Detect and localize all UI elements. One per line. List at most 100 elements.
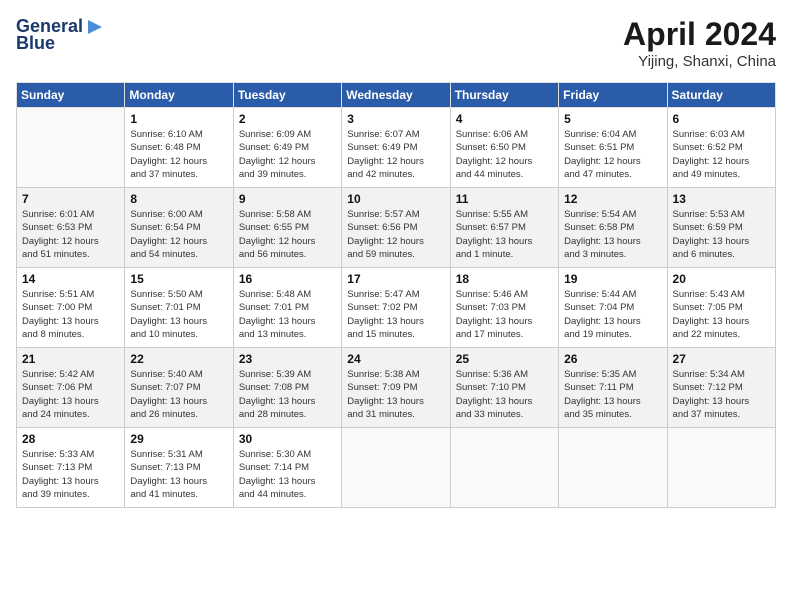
calendar-cell: 29 Sunrise: 5:31 AMSunset: 7:13 PMDayligh… (125, 428, 233, 508)
day-number: 7 (22, 192, 119, 206)
location-subtitle: Yijing, Shanxi, China (623, 53, 776, 70)
day-info: Sunrise: 6:10 AMSunset: 6:48 PMDaylight:… (130, 128, 227, 181)
day-info: Sunrise: 5:47 AMSunset: 7:02 PMDaylight:… (347, 288, 444, 341)
day-number: 10 (347, 192, 444, 206)
calendar-week-row: 14 Sunrise: 5:51 AMSunset: 7:00 PMDayligh… (17, 268, 776, 348)
day-number: 13 (673, 192, 770, 206)
day-info: Sunrise: 6:07 AMSunset: 6:49 PMDaylight:… (347, 128, 444, 181)
calendar-week-row: 1 Sunrise: 6:10 AMSunset: 6:48 PMDaylight… (17, 108, 776, 188)
calendar-cell: 20 Sunrise: 5:43 AMSunset: 7:05 PMDayligh… (667, 268, 775, 348)
day-number: 26 (564, 352, 661, 366)
calendar-cell: 18 Sunrise: 5:46 AMSunset: 7:03 PMDayligh… (450, 268, 558, 348)
day-number: 19 (564, 272, 661, 286)
day-info: Sunrise: 6:00 AMSunset: 6:54 PMDaylight:… (130, 208, 227, 261)
day-info: Sunrise: 5:51 AMSunset: 7:00 PMDaylight:… (22, 288, 119, 341)
day-info: Sunrise: 6:09 AMSunset: 6:49 PMDaylight:… (239, 128, 336, 181)
calendar-cell: 2 Sunrise: 6:09 AMSunset: 6:49 PMDaylight… (233, 108, 341, 188)
calendar-table: SundayMondayTuesdayWednesdayThursdayFrid… (16, 82, 776, 508)
day-info: Sunrise: 5:35 AMSunset: 7:11 PMDaylight:… (564, 368, 661, 421)
day-number: 8 (130, 192, 227, 206)
day-info: Sunrise: 5:43 AMSunset: 7:05 PMDaylight:… (673, 288, 770, 341)
calendar-cell: 12Sunrise: 5:54 AMSunset: 6:58 PMDayligh… (559, 188, 667, 268)
day-number: 11 (456, 192, 553, 206)
calendar-cell: 24 Sunrise: 5:38 AMSunset: 7:09 PMDayligh… (342, 348, 450, 428)
weekday-header-tuesday: Tuesday (233, 83, 341, 108)
day-info: Sunrise: 6:04 AMSunset: 6:51 PMDaylight:… (564, 128, 661, 181)
day-info: Sunrise: 5:40 AMSunset: 7:07 PMDaylight:… (130, 368, 227, 421)
day-info: Sunrise: 5:55 AMSunset: 6:57 PMDaylight:… (456, 208, 553, 261)
day-number: 23 (239, 352, 336, 366)
calendar-cell: 3 Sunrise: 6:07 AMSunset: 6:49 PMDaylight… (342, 108, 450, 188)
day-number: 29 (130, 432, 227, 446)
calendar-week-row: 21 Sunrise: 5:42 AMSunset: 7:06 PMDayligh… (17, 348, 776, 428)
calendar-cell: 27Sunrise: 5:34 AMSunset: 7:12 PMDayligh… (667, 348, 775, 428)
day-info: Sunrise: 5:53 AMSunset: 6:59 PMDaylight:… (673, 208, 770, 261)
day-info: Sunrise: 6:03 AMSunset: 6:52 PMDaylight:… (673, 128, 770, 181)
calendar-week-row: 7 Sunrise: 6:01 AMSunset: 6:53 PMDaylight… (17, 188, 776, 268)
day-info: Sunrise: 5:33 AMSunset: 7:13 PMDaylight:… (22, 448, 119, 501)
day-number: 4 (456, 112, 553, 126)
day-number: 3 (347, 112, 444, 126)
day-info: Sunrise: 5:30 AMSunset: 7:14 PMDaylight:… (239, 448, 336, 501)
day-info: Sunrise: 5:31 AMSunset: 7:13 PMDaylight:… (130, 448, 227, 501)
day-number: 18 (456, 272, 553, 286)
day-number: 21 (22, 352, 119, 366)
weekday-header-row: SundayMondayTuesdayWednesdayThursdayFrid… (17, 83, 776, 108)
day-info: Sunrise: 5:46 AMSunset: 7:03 PMDaylight:… (456, 288, 553, 341)
day-info: Sunrise: 5:58 AMSunset: 6:55 PMDaylight:… (239, 208, 336, 261)
calendar-cell (450, 428, 558, 508)
day-number: 27 (673, 352, 770, 366)
weekday-header-saturday: Saturday (667, 83, 775, 108)
calendar-cell: 9Sunrise: 5:58 AMSunset: 6:55 PMDaylight… (233, 188, 341, 268)
day-info: Sunrise: 6:01 AMSunset: 6:53 PMDaylight:… (22, 208, 119, 261)
calendar-cell: 5Sunrise: 6:04 AMSunset: 6:51 PMDaylight… (559, 108, 667, 188)
calendar-cell: 7 Sunrise: 6:01 AMSunset: 6:53 PMDaylight… (17, 188, 125, 268)
day-info: Sunrise: 5:50 AMSunset: 7:01 PMDaylight:… (130, 288, 227, 341)
calendar-cell: 8 Sunrise: 6:00 AMSunset: 6:54 PMDaylight… (125, 188, 233, 268)
day-number: 24 (347, 352, 444, 366)
day-number: 16 (239, 272, 336, 286)
weekday-header-friday: Friday (559, 83, 667, 108)
page-header: General Blue April 2024 Yijing, Shanxi, … (16, 16, 776, 70)
calendar-cell: 6 Sunrise: 6:03 AMSunset: 6:52 PMDaylight… (667, 108, 775, 188)
day-info: Sunrise: 5:39 AMSunset: 7:08 PMDaylight:… (239, 368, 336, 421)
day-number: 2 (239, 112, 336, 126)
calendar-cell: 1 Sunrise: 6:10 AMSunset: 6:48 PMDaylight… (125, 108, 233, 188)
weekday-header-thursday: Thursday (450, 83, 558, 108)
day-info: Sunrise: 5:57 AMSunset: 6:56 PMDaylight:… (347, 208, 444, 261)
calendar-cell: 25Sunrise: 5:36 AMSunset: 7:10 PMDayligh… (450, 348, 558, 428)
weekday-header-monday: Monday (125, 83, 233, 108)
day-number: 17 (347, 272, 444, 286)
calendar-cell: 23 Sunrise: 5:39 AMSunset: 7:08 PMDayligh… (233, 348, 341, 428)
day-number: 22 (130, 352, 227, 366)
calendar-week-row: 28 Sunrise: 5:33 AMSunset: 7:13 PMDayligh… (17, 428, 776, 508)
calendar-cell: 30Sunrise: 5:30 AMSunset: 7:14 PMDayligh… (233, 428, 341, 508)
day-info: Sunrise: 5:38 AMSunset: 7:09 PMDaylight:… (347, 368, 444, 421)
day-number: 6 (673, 112, 770, 126)
day-number: 14 (22, 272, 119, 286)
calendar-cell: 15Sunrise: 5:50 AMSunset: 7:01 PMDayligh… (125, 268, 233, 348)
day-number: 12 (564, 192, 661, 206)
calendar-cell: 28 Sunrise: 5:33 AMSunset: 7:13 PMDayligh… (17, 428, 125, 508)
day-number: 28 (22, 432, 119, 446)
calendar-cell (559, 428, 667, 508)
calendar-cell (667, 428, 775, 508)
calendar-cell (342, 428, 450, 508)
calendar-cell: 16 Sunrise: 5:48 AMSunset: 7:01 PMDayligh… (233, 268, 341, 348)
calendar-cell: 19 Sunrise: 5:44 AMSunset: 7:04 PMDayligh… (559, 268, 667, 348)
calendar-cell: 10 Sunrise: 5:57 AMSunset: 6:56 PMDayligh… (342, 188, 450, 268)
day-info: Sunrise: 5:42 AMSunset: 7:06 PMDaylight:… (22, 368, 119, 421)
logo-arrow-icon (86, 18, 104, 36)
calendar-cell (17, 108, 125, 188)
calendar-cell: 14 Sunrise: 5:51 AMSunset: 7:00 PMDayligh… (17, 268, 125, 348)
month-year-title: April 2024 (623, 16, 776, 53)
calendar-cell: 17 Sunrise: 5:47 AMSunset: 7:02 PMDayligh… (342, 268, 450, 348)
day-number: 1 (130, 112, 227, 126)
title-block: April 2024 Yijing, Shanxi, China (623, 16, 776, 70)
day-info: Sunrise: 5:48 AMSunset: 7:01 PMDaylight:… (239, 288, 336, 341)
calendar-cell: 21 Sunrise: 5:42 AMSunset: 7:06 PMDayligh… (17, 348, 125, 428)
calendar-cell: 4Sunrise: 6:06 AMSunset: 6:50 PMDaylight… (450, 108, 558, 188)
logo-text-block: General Blue (16, 16, 104, 54)
day-number: 20 (673, 272, 770, 286)
day-info: Sunrise: 5:44 AMSunset: 7:04 PMDaylight:… (564, 288, 661, 341)
